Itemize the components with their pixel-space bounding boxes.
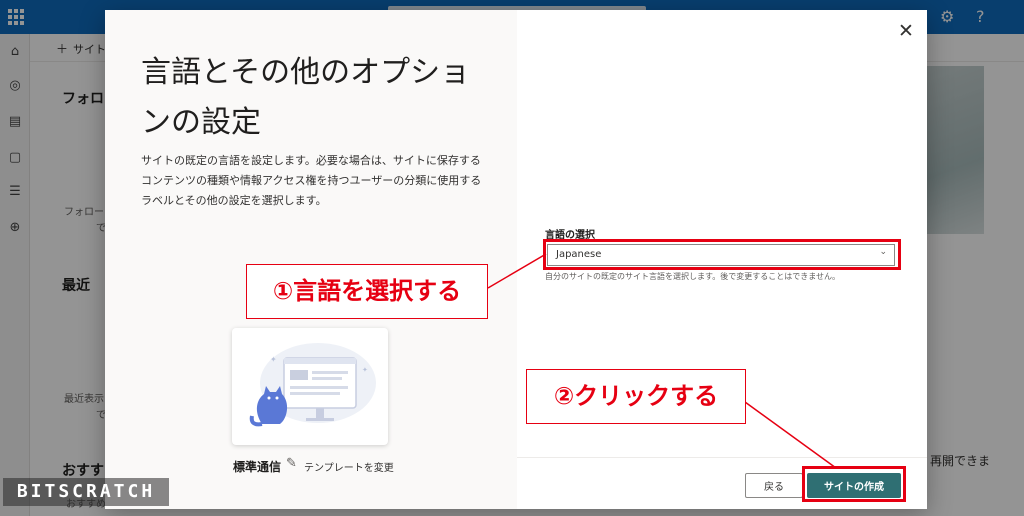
create-button-highlight-box [802,466,906,502]
pencil-icon[interactable]: ✎ [286,457,297,471]
language-highlight-box [543,239,901,270]
template-illustration: ✦ ✦ [249,343,376,427]
language-hint: 自分のサイトの既定のサイト言語を選択します。後で変更することはできません。 [545,272,840,281]
svg-text:✦: ✦ [362,366,368,374]
back-button[interactable]: 戻る [745,473,803,498]
watermark-logo: BITSCRATCH [3,478,169,506]
dialog-description: サイトの既定の言語を設定します。必要な場合は、サイトに保存するコンテンツの種類や… [141,154,482,207]
svg-text:✦: ✦ [270,355,277,364]
close-icon[interactable]: ✕ [898,21,914,41]
change-template-link[interactable]: テンプレートを変更 [304,459,394,474]
step1-callout: ①言語を選択する [246,264,488,319]
template-name: 標準通信 [233,460,282,474]
template-preview-card: ✦ ✦ [232,328,388,445]
dialog-title: 言語とその他のオプションの設定 [141,55,471,140]
step2-callout: ②クリックする [526,369,746,424]
